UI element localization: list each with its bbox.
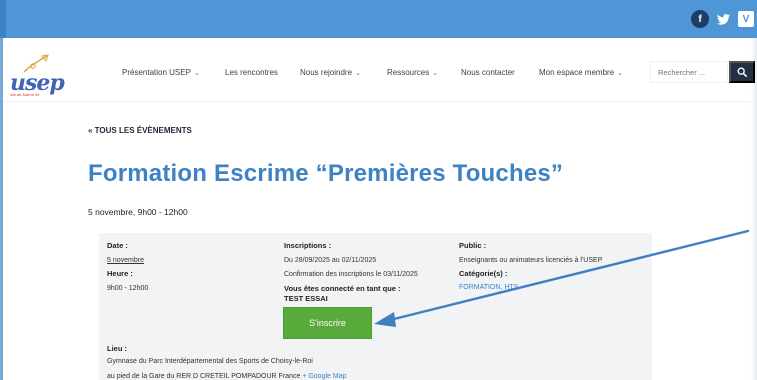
categories-link[interactable]: FORMATION, HTS [459,284,518,291]
search-button[interactable] [729,61,755,83]
nav-item-espace-membre[interactable]: Mon espace membre ⌄ [539,68,623,77]
location-line-2: au pied de la Gare du RER D CRETEIL POMP… [107,373,346,380]
connected-user-name: TEST ESSAI [284,294,328,303]
top-bar-accent [0,0,6,38]
nav-item-rejoindre[interactable]: Nous rejoindre ⌄ [300,68,361,77]
chevron-down-icon: ⌄ [617,70,624,77]
location-line-1: Gymnase du Parc Interdépartemental des S… [107,358,313,365]
top-bar: f V [0,0,757,38]
twitter-bird-icon [716,13,730,25]
location-address: au pied de la Gare du RER D CRETEIL POMP… [107,373,301,380]
register-button[interactable]: S'inscrire [283,307,372,339]
usep-logo[interactable]: usep Val-de-Marne 94 [6,54,65,98]
location-label: Lieu : [107,344,127,353]
nav-item-label: Les rencontres [225,68,278,77]
nav-item-label: Ressources [387,68,430,77]
chevron-down-icon: ⌄ [432,70,439,77]
hour-value: 9h00 - 12h00 [107,285,149,292]
nav-item-contact[interactable]: Nous contacter [461,68,515,77]
public-label: Public : [459,241,487,250]
nav-item-label: Présentation USEP [122,68,191,77]
search-icon [737,67,747,77]
vimeo-icon[interactable]: V [738,11,754,27]
connected-as-label: Vous êtes connecté en tant que : [284,284,401,293]
facebook-icon[interactable]: f [691,10,709,28]
inscriptions-period: Du 28/09/2025 au 02/11/2025 [284,257,377,264]
nav-item-rencontres[interactable]: Les rencontres [225,68,278,77]
categories-label: Catégorie(s) : [459,269,508,278]
google-map-link[interactable]: + Google Map [302,373,346,380]
page-title: Formation Escrime “Premières Touches” [88,160,564,187]
nav-item-presentation[interactable]: Présentation USEP ⌄ [122,68,200,77]
left-rail [0,38,3,380]
inscriptions-confirmation: Confirmation des inscriptions le 03/11/2… [284,271,418,278]
date-value-link[interactable]: 5 novembre [107,257,144,264]
nav-item-label: Nous rejoindre [300,68,353,77]
event-datetime: 5 novembre, 9h00 - 12h00 [88,207,188,217]
date-label: Date : [107,241,128,250]
public-value: Enseignants ou animateurs licenciés à l'… [459,257,603,264]
nav-item-ressources[interactable]: Ressources ⌄ [387,68,438,77]
logo-subtext: Val-de-Marne 94 [10,92,40,97]
chevron-down-icon: ⌄ [193,70,200,77]
twitter-icon[interactable] [714,10,732,28]
all-events-link[interactable]: « TOUS LES ÉVÈNEMENTS [88,126,192,135]
hour-label: Heure : [107,269,133,278]
nav-item-label: Nous contacter [461,68,515,77]
main-navigation [0,38,757,102]
chevron-down-icon: ⌄ [355,70,361,77]
search-input[interactable] [650,61,728,83]
inscriptions-label: Inscriptions : [284,241,332,250]
page-edge-shadow [751,38,757,380]
nav-item-label: Mon espace membre [539,68,615,77]
